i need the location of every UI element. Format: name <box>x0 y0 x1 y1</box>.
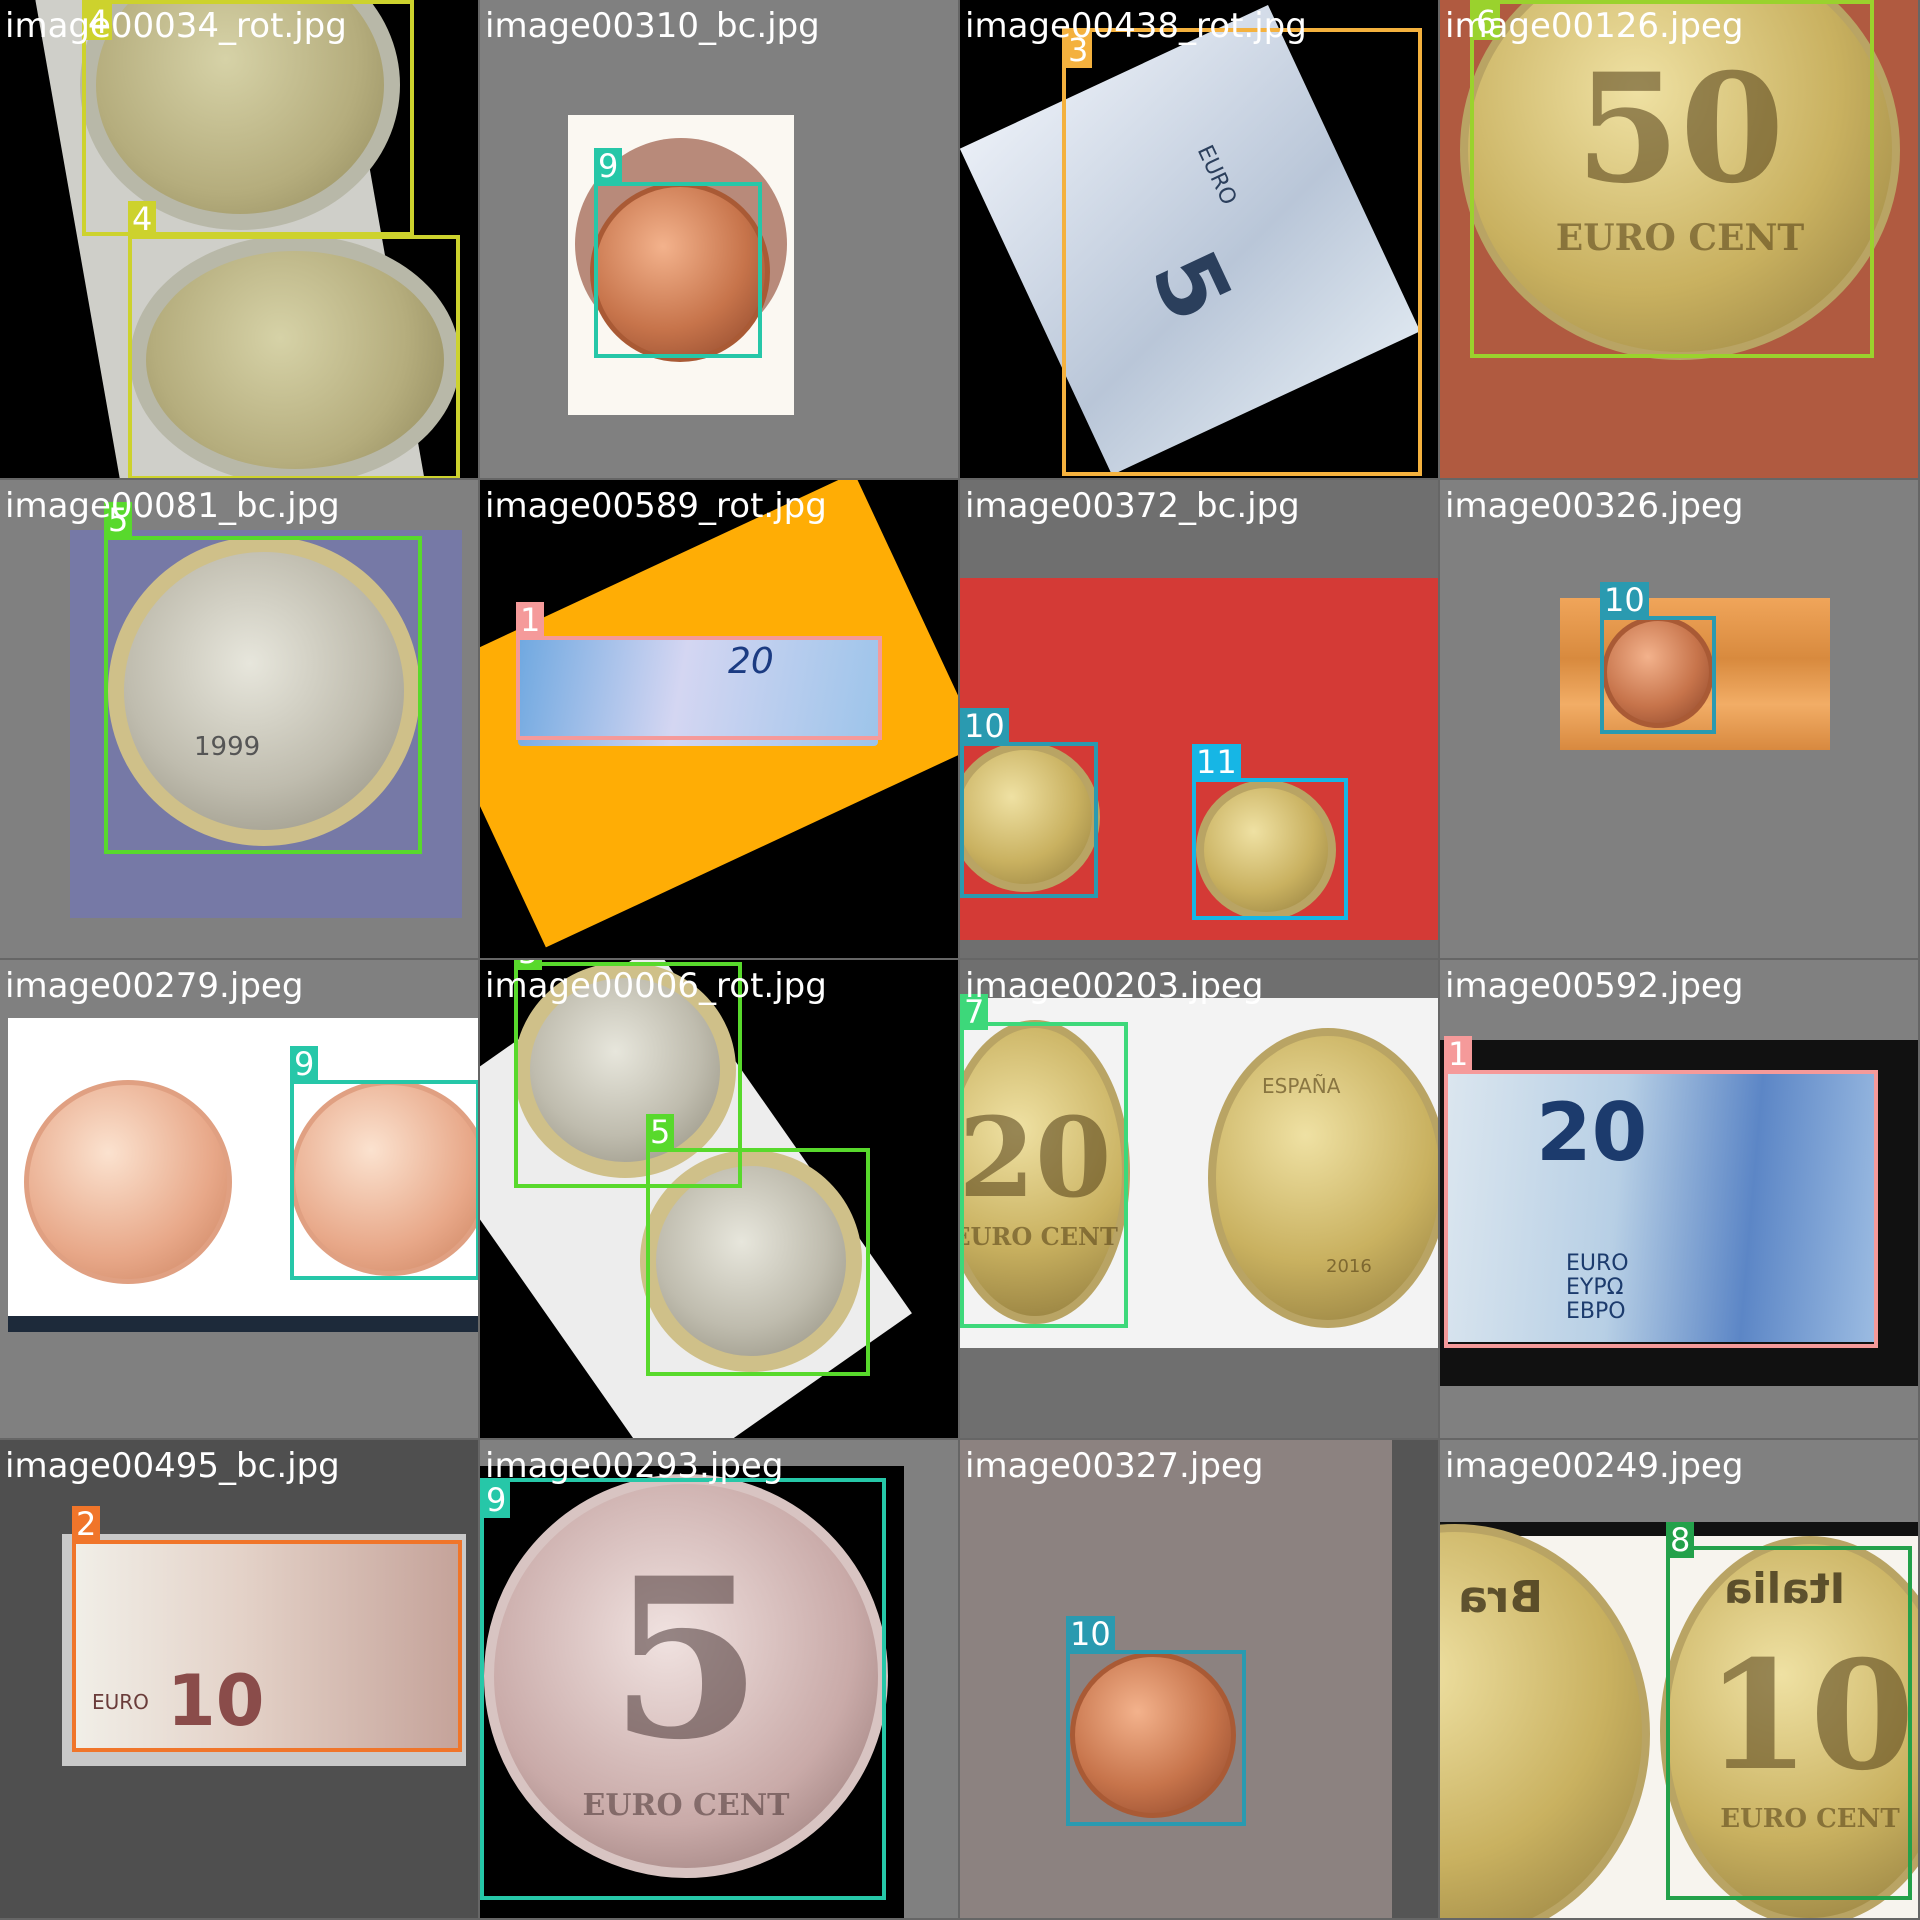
filename-label: image00495_bc.jpg <box>5 1446 340 1486</box>
coin-year: 2016 <box>1326 1256 1372 1277</box>
class-label: 1 <box>1444 1036 1473 1072</box>
detection-box: 7 <box>960 994 1128 1328</box>
mosaic-grid: 4 4 image00034_rot.jpg 9 image00310_bc.j… <box>0 0 1920 1920</box>
detection-box: 9 <box>594 148 762 358</box>
tile-image00006: 5 5 image00006_rot.jpg <box>480 960 960 1440</box>
filename-label: image00589_rot.jpg <box>485 486 827 526</box>
detection-box: 1 <box>516 602 882 740</box>
filename-label: image00126.jpeg <box>1445 6 1744 46</box>
tile-image00034: 4 4 image00034_rot.jpg <box>0 0 480 480</box>
filename-label: image00438_rot.jpg <box>965 6 1307 46</box>
class-label: 11 <box>1192 744 1241 780</box>
detection-box: 3 <box>1062 28 1422 476</box>
filename-label: image00327.jpeg <box>965 1446 1264 1486</box>
detection-box: 9 <box>290 1046 478 1280</box>
detection-box: 1 <box>1444 1036 1878 1348</box>
class-label: 9 <box>594 148 623 184</box>
class-label: 1 <box>516 602 545 638</box>
detection-box: 9 <box>480 1478 886 1900</box>
detection-box: 6 <box>1470 0 1874 358</box>
tile-image00293: 5 EURO CENT 9 image00293.jpeg <box>480 1440 960 1920</box>
detection-box: 2 <box>72 1506 462 1752</box>
class-label: 2 <box>72 1506 101 1542</box>
detection-box: 5 <box>104 502 422 854</box>
filename-label: image00293.jpeg <box>485 1446 784 1486</box>
coin-country: Bra <box>1458 1572 1543 1623</box>
class-label: 5 <box>646 1114 675 1150</box>
detection-box: 10 <box>1600 582 1716 734</box>
tile-image00081: 1999 5 image00081_bc.jpg <box>0 480 480 960</box>
detection-box: 4 <box>128 201 460 478</box>
class-label: 9 <box>482 1482 511 1518</box>
filename-label: image00279.jpeg <box>5 966 304 1006</box>
filename-label: image00081_bc.jpg <box>5 486 340 526</box>
class-label: 4 <box>128 201 157 237</box>
tile-image00372: 10 11 image00372_bc.jpg <box>960 480 1440 960</box>
filename-label: image00592.jpeg <box>1445 966 1744 1006</box>
class-label: 10 <box>1066 1616 1115 1652</box>
tile-image00310: 9 image00310_bc.jpg <box>480 0 960 480</box>
class-label: 10 <box>1600 582 1649 618</box>
tile-image00126: 50 EURO CENT 6 image00126.jpeg <box>1440 0 1920 480</box>
detection-box: 11 <box>1192 744 1348 920</box>
filename-label: image00249.jpeg <box>1445 1446 1744 1486</box>
tile-image00438: 5 EURO 3 image00438_rot.jpg <box>960 0 1440 480</box>
filename-label: image00006_rot.jpg <box>485 966 827 1006</box>
tile-image00327: 10 image00327.jpeg <box>960 1440 1440 1920</box>
tile-image00326: 10 image00326.jpeg <box>1440 480 1920 960</box>
filename-label: image00372_bc.jpg <box>965 486 1300 526</box>
filename-label: image00034_rot.jpg <box>5 6 347 46</box>
tile-image00495: 10 EURO 2 image00495_bc.jpg <box>0 1440 480 1920</box>
detection-box: 10 <box>960 708 1098 898</box>
tile-image00589: 20 1 image00589_rot.jpg <box>480 480 960 960</box>
taskbar <box>8 1316 478 1332</box>
detection-box: 10 <box>1066 1616 1246 1826</box>
filename-label: image00326.jpeg <box>1445 486 1744 526</box>
tile-image00249: Bra Italia 10 EURO CENT 8 image00249.jpeg <box>1440 1440 1920 1920</box>
filename-label: image00203.jpeg <box>965 966 1264 1006</box>
detection-box: 8 <box>1666 1522 1912 1900</box>
coin-20-cent-spain: ESPAÑA 2016 <box>1208 1028 1438 1328</box>
class-label: 10 <box>960 708 1009 744</box>
tile-image00203: 20 EURO CENT ESPAÑA 2016 7 image00203.jpe… <box>960 960 1440 1440</box>
coin-country: ESPAÑA <box>1262 1074 1341 1098</box>
coin-10-cent-left <box>24 1080 232 1284</box>
class-label: 9 <box>290 1046 319 1082</box>
class-label: 8 <box>1666 1522 1695 1558</box>
tile-image00592: 20 EURO EYPΩ EBPO 1 image00592.jpeg <box>1440 960 1920 1440</box>
filename-label: image00310_bc.jpg <box>485 6 820 46</box>
tile-image00279: 9 image00279.jpeg <box>0 960 480 1440</box>
detection-box: 5 <box>646 1114 870 1376</box>
